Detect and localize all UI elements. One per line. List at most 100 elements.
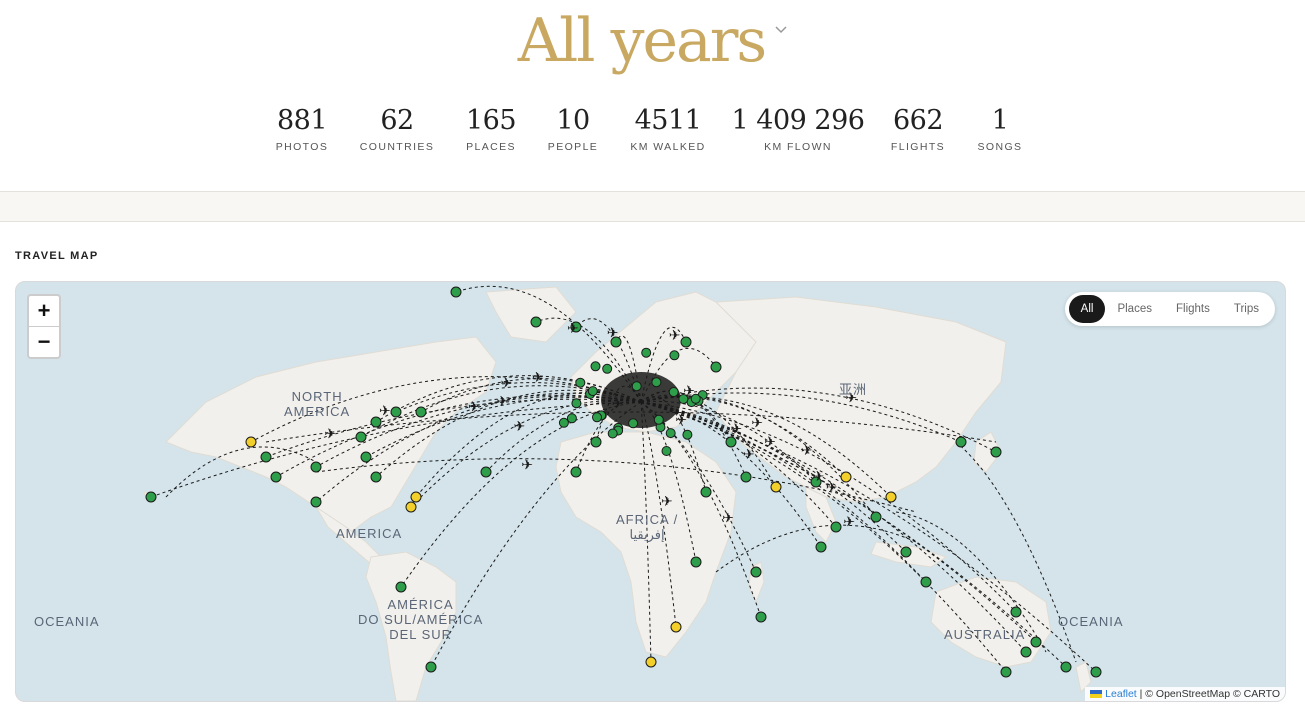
plane-icon: ✈: [612, 397, 624, 413]
land-australia: [930, 576, 1052, 668]
place-marker[interactable]: [740, 471, 752, 483]
place-marker[interactable]: [390, 406, 402, 418]
place-marker[interactable]: [669, 350, 680, 361]
plane-icon: ✈: [843, 515, 855, 531]
stat-label: PHOTOS: [275, 141, 329, 153]
place-marker[interactable]: [661, 446, 672, 456]
place-marker[interactable]: [1000, 666, 1012, 678]
place-marker[interactable]: [900, 546, 912, 558]
place-marker[interactable]: [410, 491, 422, 503]
plane-icon: ✈: [801, 443, 813, 459]
place-marker[interactable]: [680, 336, 692, 348]
place-marker[interactable]: [245, 436, 257, 448]
place-marker[interactable]: [575, 377, 586, 388]
place-marker[interactable]: [750, 566, 762, 578]
place-marker[interactable]: [710, 361, 722, 373]
place-marker[interactable]: [260, 451, 272, 463]
year-title[interactable]: All years: [518, 6, 767, 76]
place-marker[interactable]: [590, 361, 601, 372]
place-marker[interactable]: [870, 511, 882, 523]
stat-label: PLACES: [466, 141, 516, 153]
zoom-out-button[interactable]: −: [29, 326, 59, 357]
place-marker[interactable]: [955, 436, 967, 448]
filter-trips[interactable]: Trips: [1222, 295, 1271, 323]
place-marker[interactable]: [651, 377, 662, 388]
place-marker[interactable]: [370, 471, 382, 483]
place-marker[interactable]: [645, 656, 657, 668]
place-marker[interactable]: [607, 428, 618, 439]
place-marker[interactable]: [641, 347, 652, 358]
zoom-in-button[interactable]: +: [29, 296, 59, 326]
place-marker[interactable]: [587, 386, 598, 397]
place-marker[interactable]: [990, 446, 1002, 458]
place-marker[interactable]: [628, 418, 639, 429]
plane-icon: ✈: [514, 419, 526, 435]
place-marker[interactable]: [310, 461, 322, 473]
plane-icon: ✈: [468, 400, 480, 416]
place-marker[interactable]: [145, 491, 157, 503]
place-marker[interactable]: [1060, 661, 1072, 673]
place-marker[interactable]: [770, 481, 782, 493]
place-marker[interactable]: [755, 611, 767, 623]
chevron-down-icon[interactable]: [775, 24, 787, 36]
plane-icon: ✈: [826, 480, 838, 496]
map-attribution: Leaflet | © OpenStreetMap © CARTO: [1085, 687, 1285, 701]
place-marker[interactable]: [830, 521, 842, 533]
divider-band: [0, 191, 1305, 222]
filter-places[interactable]: Places: [1105, 295, 1164, 323]
place-marker[interactable]: [885, 491, 897, 503]
place-marker[interactable]: [840, 471, 852, 483]
filter-all[interactable]: All: [1068, 295, 1106, 323]
place-marker[interactable]: [665, 428, 676, 439]
place-marker[interactable]: [530, 316, 542, 328]
place-marker[interactable]: [450, 286, 462, 298]
map-label-south-america: AMÉRICA DO SUL/AMÉRICA DEL SUR: [358, 597, 483, 642]
place-marker[interactable]: [592, 412, 602, 423]
place-marker[interactable]: [566, 413, 577, 424]
place-marker[interactable]: [631, 381, 642, 392]
stat-value: 1: [991, 105, 1009, 136]
place-marker[interactable]: [670, 621, 682, 633]
place-marker[interactable]: [920, 576, 932, 588]
place-marker[interactable]: [571, 398, 582, 409]
place-marker[interactable]: [570, 466, 582, 478]
place-marker[interactable]: [1030, 636, 1042, 648]
place-marker[interactable]: [602, 363, 613, 374]
place-marker[interactable]: [425, 661, 437, 673]
place-marker[interactable]: [310, 496, 322, 508]
map-label-oceania-west: OCEANIA: [34, 614, 100, 629]
stat-value: 4511: [634, 105, 702, 136]
place-marker[interactable]: [1020, 646, 1032, 658]
stat-value: 1 409 296: [731, 105, 865, 136]
stat-label: KM FLOWN: [764, 141, 832, 153]
map-canvas[interactable]: ✈✈ ✈✈ ✈✈✈✈✈ ✈ ✈✈✈✈✈✈✈✈✈✈✈✈✈✈✈: [16, 282, 1285, 701]
filter-flights[interactable]: Flights: [1164, 295, 1222, 323]
place-marker[interactable]: [395, 581, 407, 593]
place-marker[interactable]: [355, 431, 367, 443]
year-selector[interactable]: All years: [0, 6, 1305, 76]
place-marker[interactable]: [480, 466, 492, 478]
place-marker[interactable]: [690, 556, 702, 568]
place-marker[interactable]: [815, 541, 827, 553]
place-marker[interactable]: [1010, 606, 1022, 618]
plane-icon: ✈: [730, 421, 742, 437]
place-marker[interactable]: [590, 436, 602, 448]
place-marker[interactable]: [668, 387, 679, 397]
place-marker[interactable]: [1090, 666, 1102, 678]
stat-label: PEOPLE: [547, 141, 599, 153]
place-marker[interactable]: [725, 436, 737, 448]
place-marker[interactable]: [270, 471, 282, 483]
place-marker[interactable]: [415, 406, 427, 418]
stat-countries: 62 COUNTRIES: [360, 103, 434, 153]
place-marker[interactable]: [360, 451, 372, 463]
place-marker[interactable]: [405, 501, 417, 513]
travel-map[interactable]: ✈ ✈ ✈ ✈ ✈ ✈ ✈ ✈ ✈ ✈ ✈ ✈ ✈ ✈ ✈ ✈ ✈ ✈ ✈ ✈ ✈ ✈ ✈ ✈ ✈ NORTH AMERICA …: [15, 281, 1286, 702]
plane-icon: ✈: [764, 435, 776, 451]
place-marker[interactable]: [682, 429, 693, 440]
place-marker[interactable]: [700, 486, 712, 498]
place-marker[interactable]: [558, 417, 569, 428]
leaflet-link[interactable]: Leaflet: [1105, 688, 1137, 700]
place-marker[interactable]: [653, 414, 664, 425]
plane-icon: ✈: [379, 403, 391, 419]
ukraine-flag-icon: [1090, 690, 1103, 699]
